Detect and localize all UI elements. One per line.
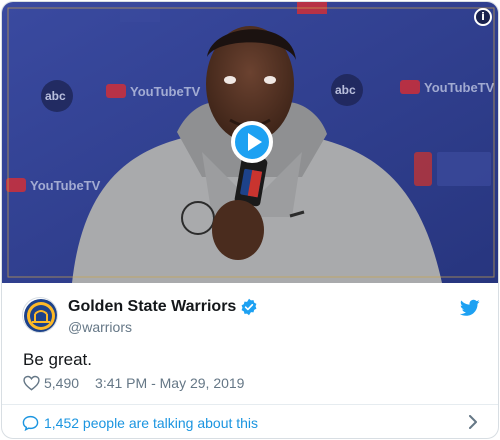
conversation-count[interactable]: 1,452 people are talking about this bbox=[44, 415, 258, 431]
user-handle[interactable]: @warriors bbox=[68, 319, 132, 335]
info-icon[interactable]: i bbox=[474, 8, 492, 26]
heart-icon[interactable] bbox=[23, 375, 40, 391]
backdrop-logo-youtubetv: YouTubeTV bbox=[130, 84, 201, 99]
verified-badge-icon bbox=[241, 298, 257, 316]
speech-bubble-icon bbox=[22, 415, 39, 431]
play-button[interactable] bbox=[231, 121, 273, 163]
tweet-video[interactable]: YouTubeTV YouTubeTV YouTubeTV abc abc i bbox=[2, 2, 498, 283]
tweet-header: Golden State Warriors @warriors bbox=[22, 295, 480, 339]
author-name-row[interactable]: Golden State Warriors bbox=[68, 298, 258, 316]
tweet-meta: 5,490 3:41 PM - May 29, 2019 bbox=[23, 375, 244, 391]
backdrop-logo-abc-2: abc bbox=[335, 83, 356, 97]
warriors-logo-icon bbox=[24, 299, 57, 332]
conversation-link[interactable]: 1,452 people are talking about this bbox=[22, 413, 482, 433]
timestamp[interactable]: 3:41 PM - May 29, 2019 bbox=[95, 375, 244, 391]
backdrop-logo-youtubetv-2: YouTubeTV bbox=[424, 80, 495, 95]
backdrop-logo-youtubetv-3: YouTubeTV bbox=[30, 178, 101, 193]
tweet-card[interactable]: YouTubeTV YouTubeTV YouTubeTV abc abc i … bbox=[1, 1, 499, 439]
chevron-right-icon[interactable] bbox=[468, 415, 478, 429]
play-icon bbox=[248, 133, 262, 151]
avatar[interactable] bbox=[22, 297, 58, 333]
like-count[interactable]: 5,490 bbox=[44, 375, 79, 391]
tweet-text: Be great. bbox=[23, 350, 92, 369]
twitter-bird-icon[interactable] bbox=[460, 299, 480, 317]
display-name[interactable]: Golden State Warriors bbox=[68, 298, 236, 316]
divider bbox=[2, 404, 498, 405]
backdrop-logo-abc: abc bbox=[45, 89, 66, 103]
